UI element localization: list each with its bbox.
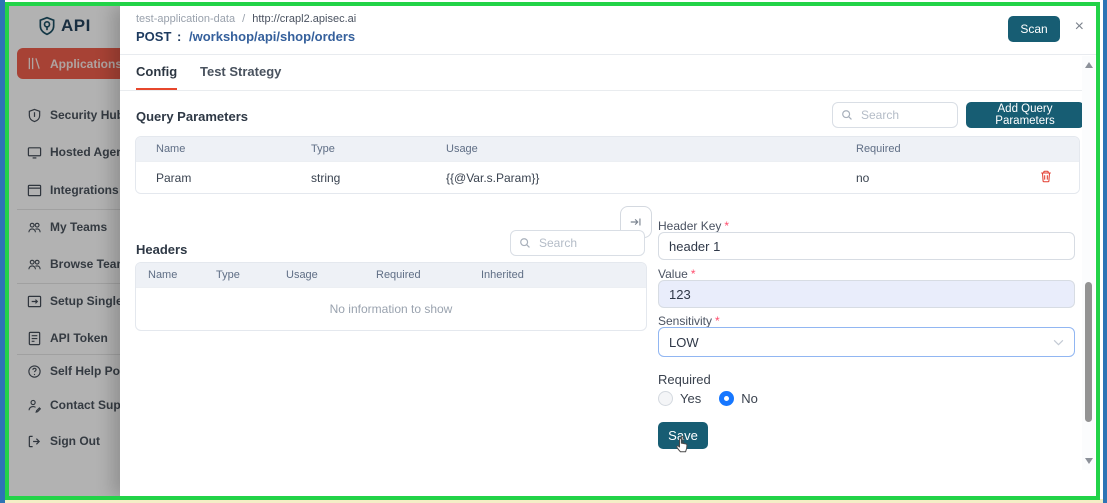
sensitivity-value: LOW xyxy=(669,335,699,350)
cell-name: Param xyxy=(136,171,311,185)
value-input[interactable] xyxy=(658,280,1075,308)
endpoint-path: /workshop/api/shop/orders xyxy=(189,29,355,44)
column-header: Usage xyxy=(446,143,856,155)
headers-title: Headers xyxy=(136,242,187,257)
close-icon[interactable]: × xyxy=(1075,19,1084,35)
header-key-label: Header Key* xyxy=(658,219,729,233)
vertical-scrollbar[interactable] xyxy=(1082,56,1095,470)
empty-state-text: No information to show xyxy=(136,287,646,330)
radio-label: No xyxy=(741,391,758,406)
required-asterisk: * xyxy=(715,314,720,328)
modal-backdrop xyxy=(9,6,120,496)
endpoint-colon: : xyxy=(177,29,181,44)
window-bottom-strip xyxy=(5,499,1103,503)
tab-config[interactable]: Config xyxy=(136,54,177,89)
required-radio-group: Yes No xyxy=(658,391,758,406)
column-header: Type xyxy=(311,143,446,155)
scroll-up-arrow[interactable] xyxy=(1085,62,1093,68)
cell-required: no xyxy=(856,171,1039,185)
column-header: Inherited xyxy=(481,269,646,281)
tab-bar: Config Test Strategy xyxy=(120,54,1082,91)
required-asterisk: * xyxy=(691,267,696,281)
value-label: Value* xyxy=(658,267,695,281)
cell-type: string xyxy=(311,171,446,185)
sensitivity-label: Sensitivity* xyxy=(658,314,720,328)
tab-test-strategy[interactable]: Test Strategy xyxy=(200,54,281,89)
radio-icon-selected[interactable] xyxy=(719,391,734,406)
window-edge-left xyxy=(0,0,5,503)
query-parameters-table: Name Type Usage Required Param string {{… xyxy=(135,136,1080,194)
required-group-label: Required xyxy=(658,372,711,387)
query-parameters-search[interactable] xyxy=(832,102,958,128)
query-parameters-title: Query Parameters xyxy=(136,109,248,124)
breadcrumb-application[interactable]: test-application-data xyxy=(136,13,235,25)
required-asterisk: * xyxy=(724,219,729,233)
radio-icon[interactable] xyxy=(658,391,673,406)
headers-table: Name Type Usage Required Inherited No in… xyxy=(135,262,647,331)
save-button[interactable]: Save xyxy=(658,422,708,449)
radio-option-no[interactable]: No xyxy=(719,391,758,406)
sensitivity-select[interactable]: LOW xyxy=(658,327,1075,357)
column-header: Name xyxy=(136,269,216,281)
search-input[interactable] xyxy=(537,235,636,251)
arrow-to-bar-icon xyxy=(629,215,643,229)
breadcrumb-host[interactable]: http://crapl2.apisec.ai xyxy=(252,13,356,25)
column-header: Required xyxy=(376,269,481,281)
breadcrumb: test-application-data / http://crapl2.ap… xyxy=(136,13,356,25)
window-edge-right xyxy=(1103,0,1107,503)
radio-label: Yes xyxy=(680,391,701,406)
http-method: POST xyxy=(136,29,171,44)
search-input[interactable] xyxy=(859,107,949,123)
column-header: Name xyxy=(136,143,311,155)
column-header: Usage xyxy=(286,269,376,281)
table-header-row: Name Type Usage Required Inherited xyxy=(136,263,646,287)
search-icon xyxy=(841,109,853,121)
headers-search[interactable] xyxy=(510,230,645,256)
radio-option-yes[interactable]: Yes xyxy=(658,391,701,406)
breadcrumb-separator: / xyxy=(242,13,245,25)
scroll-down-arrow[interactable] xyxy=(1085,458,1093,464)
add-query-parameters-button[interactable]: Add Query Parameters xyxy=(966,102,1084,128)
endpoint-config-drawer: test-application-data / http://crapl2.ap… xyxy=(120,6,1096,496)
cell-usage: {{@Var.s.Param}} xyxy=(446,171,856,185)
scan-button[interactable]: Scan xyxy=(1008,16,1060,42)
drawer-header: test-application-data / http://crapl2.ap… xyxy=(120,6,1096,55)
header-key-input[interactable] xyxy=(658,232,1075,260)
column-header: Type xyxy=(216,269,286,281)
endpoint-title: POST : /workshop/api/shop/orders xyxy=(136,29,355,44)
scrollbar-thumb[interactable] xyxy=(1085,282,1092,422)
table-header-row: Name Type Usage Required xyxy=(136,137,1079,161)
delete-icon[interactable] xyxy=(1039,169,1053,184)
search-icon xyxy=(519,237,531,249)
app-window: API Applications Security Hub Hosted Age… xyxy=(9,6,1096,496)
table-row[interactable]: Param string {{@Var.s.Param}} no xyxy=(136,161,1079,193)
column-header: Required xyxy=(856,143,1039,155)
screen: API Applications Security Hub Hosted Age… xyxy=(0,0,1107,503)
chevron-down-icon xyxy=(1053,339,1064,346)
